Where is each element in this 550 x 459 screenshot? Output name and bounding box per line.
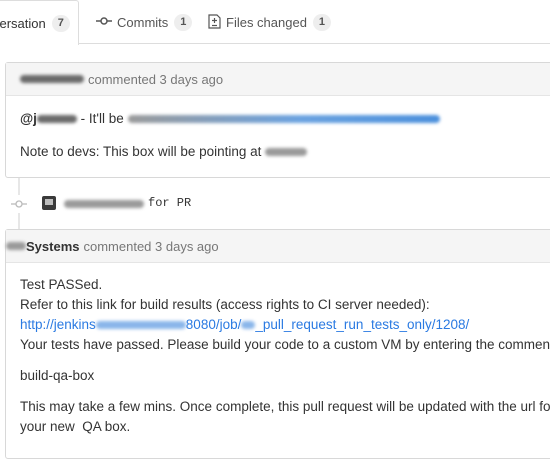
comment-card: commented 3 days ago @j - It'll be Note … xyxy=(5,62,550,178)
tab-commits-count: 1 xyxy=(174,14,193,31)
tab-conversation-count: 7 xyxy=(51,14,70,32)
comment-header: Systems commented 3 days ago xyxy=(6,230,550,263)
comment-timestamp: commented 3 days ago xyxy=(83,238,219,254)
comment-header: commented 3 days ago xyxy=(6,63,550,96)
tab-files-changed-count: 1 xyxy=(312,14,331,31)
comment-line: Your tests have passed. Please build you… xyxy=(20,337,550,352)
link-text[interactable]: _pull_request_run_tests_only/1208/ xyxy=(255,317,469,332)
redacted-commit-message xyxy=(64,200,144,208)
comment-line: Note to devs: This box will be pointing … xyxy=(20,142,550,162)
comment-text: - It'll be xyxy=(76,111,128,126)
tab-files-changed[interactable]: Files changed 1 xyxy=(208,0,331,45)
mention[interactable]: @j xyxy=(20,111,37,126)
redacted-author-prefix xyxy=(6,242,26,250)
tab-conversation[interactable]: versation 7 xyxy=(0,0,79,45)
comment-body: @j - It'll be Note to devs: This box wil… xyxy=(6,96,550,172)
comment-line: @j - It'll be xyxy=(20,109,550,129)
comment-card: Systems commented 3 days ago Test PASSed… xyxy=(5,229,550,459)
commit-icon xyxy=(96,15,112,30)
tab-commits-label: Commits xyxy=(117,15,169,30)
command-text: build-qa-box xyxy=(20,368,95,383)
tab-files-changed-label: Files changed xyxy=(226,15,307,30)
timeline-commit: for PR xyxy=(0,192,550,216)
redacted-author xyxy=(20,75,84,83)
redacted-link xyxy=(127,115,440,124)
comment-text: Note to devs: This box will be pointing … xyxy=(20,144,266,159)
comment-line: your new QA box. xyxy=(20,419,131,434)
redacted-mention xyxy=(36,115,77,124)
redacted-job xyxy=(241,321,256,330)
tab-conversation-label: versation xyxy=(0,15,46,31)
link-text[interactable]: http://jenkins xyxy=(20,317,96,332)
comment-line: This may take a few mins. Once complete,… xyxy=(20,399,550,414)
pr-tab-bar: versation 7 Commits 1 Files changed 1 xyxy=(0,0,550,45)
comment-line: Refer to this link for build results (ac… xyxy=(20,297,430,312)
avatar[interactable] xyxy=(42,196,56,210)
build-results-link[interactable]: http://jenkins 8080/job/ _pull_request_run… xyxy=(20,315,550,335)
link-text[interactable]: 8080/job/ xyxy=(186,317,242,332)
commit-message[interactable]: for PR xyxy=(148,196,191,210)
redacted-host xyxy=(265,148,308,157)
tab-commits[interactable]: Commits 1 xyxy=(96,0,193,45)
commit-icon xyxy=(8,195,30,213)
comment-timestamp: commented 3 days ago xyxy=(88,71,224,87)
file-diff-icon xyxy=(208,13,221,32)
comment-body: Test PASSed. Refer to this link for buil… xyxy=(6,263,550,447)
redacted-host xyxy=(95,321,186,330)
comment-author[interactable]: Systems xyxy=(26,239,79,254)
comment-line: Test PASSed. xyxy=(20,277,103,292)
